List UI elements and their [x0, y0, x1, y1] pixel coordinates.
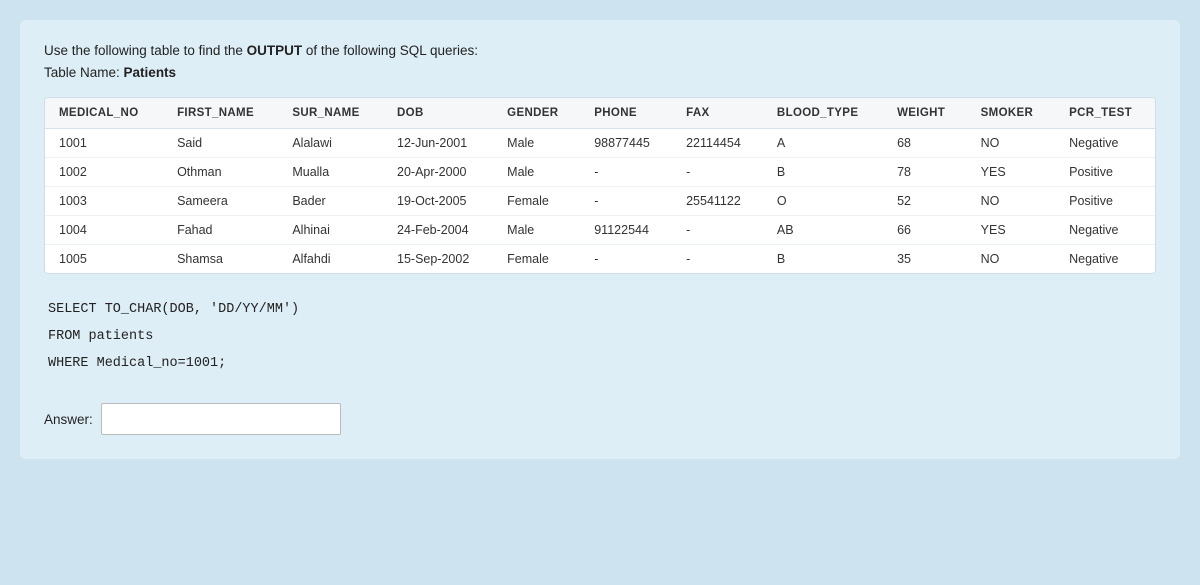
- table-cell: 1003: [45, 187, 163, 216]
- table-header-row: MEDICAL_NO FIRST_NAME SUR_NAME DOB GENDE…: [45, 98, 1155, 129]
- table-cell: Said: [163, 129, 278, 158]
- table-row: 1002OthmanMualla20-Apr-2000Male--B78YESP…: [45, 158, 1155, 187]
- patients-table: MEDICAL_NO FIRST_NAME SUR_NAME DOB GENDE…: [45, 98, 1155, 273]
- table-cell: Sameera: [163, 187, 278, 216]
- col-phone: PHONE: [580, 98, 672, 129]
- table-cell: Alalawi: [278, 129, 383, 158]
- table-cell: Alfahdi: [278, 245, 383, 274]
- table-cell: 52: [883, 187, 967, 216]
- instruction-line1: Use the following table to find the: [44, 43, 247, 58]
- col-pcr-test: PCR_TEST: [1055, 98, 1155, 129]
- table-cell: -: [672, 158, 763, 187]
- table-cell: O: [763, 187, 883, 216]
- table-cell: Female: [493, 187, 580, 216]
- table-cell: 1001: [45, 129, 163, 158]
- table-cell: Mualla: [278, 158, 383, 187]
- table-cell: Positive: [1055, 158, 1155, 187]
- table-cell: 15-Sep-2002: [383, 245, 493, 274]
- col-weight: WEIGHT: [883, 98, 967, 129]
- answer-section: Answer:: [44, 403, 1156, 435]
- table-cell: 78: [883, 158, 967, 187]
- table-row: 1005ShamsaAlfahdi15-Sep-2002Female--B35N…: [45, 245, 1155, 274]
- table-cell: 12-Jun-2001: [383, 129, 493, 158]
- table-cell: Shamsa: [163, 245, 278, 274]
- table-cell: 68: [883, 129, 967, 158]
- answer-input[interactable]: [101, 403, 341, 435]
- table-cell: 35: [883, 245, 967, 274]
- table-cell: 91122544: [580, 216, 672, 245]
- table-cell: Female: [493, 245, 580, 274]
- table-cell: -: [672, 216, 763, 245]
- table-cell: Positive: [1055, 187, 1155, 216]
- sql-line2: FROM patients: [48, 323, 1156, 350]
- table-cell: 1004: [45, 216, 163, 245]
- table-cell: Male: [493, 158, 580, 187]
- data-table-wrapper: MEDICAL_NO FIRST_NAME SUR_NAME DOB GENDE…: [44, 97, 1156, 274]
- table-cell: Negative: [1055, 216, 1155, 245]
- col-medical-no: MEDICAL_NO: [45, 98, 163, 129]
- table-cell: 66: [883, 216, 967, 245]
- table-cell: Negative: [1055, 129, 1155, 158]
- col-sur-name: SUR_NAME: [278, 98, 383, 129]
- sql-line1: SELECT TO_CHAR(DOB, 'DD/YY/MM'): [48, 296, 1156, 323]
- instructions-text: Use the following table to find the OUTP…: [44, 40, 1156, 83]
- table-cell: NO: [967, 245, 1055, 274]
- table-cell: Othman: [163, 158, 278, 187]
- table-cell: -: [580, 187, 672, 216]
- table-cell: NO: [967, 187, 1055, 216]
- col-dob: DOB: [383, 98, 493, 129]
- sql-line3: WHERE Medical_no=1001;: [48, 350, 1156, 377]
- sql-block: SELECT TO_CHAR(DOB, 'DD/YY/MM') FROM pat…: [44, 296, 1156, 377]
- table-cell: -: [672, 245, 763, 274]
- table-cell: 20-Apr-2000: [383, 158, 493, 187]
- table-cell: NO: [967, 129, 1055, 158]
- table-row: 1004FahadAlhinai24-Feb-2004Male91122544-…: [45, 216, 1155, 245]
- table-cell: -: [580, 158, 672, 187]
- table-name-label: Patients: [124, 65, 177, 80]
- col-gender: GENDER: [493, 98, 580, 129]
- main-container: Use the following table to find the OUTP…: [20, 20, 1180, 459]
- table-cell: Male: [493, 129, 580, 158]
- table-cell: 1005: [45, 245, 163, 274]
- col-fax: FAX: [672, 98, 763, 129]
- answer-label: Answer:: [44, 412, 93, 427]
- table-cell: 98877445: [580, 129, 672, 158]
- table-cell: 24-Feb-2004: [383, 216, 493, 245]
- table-cell: 25541122: [672, 187, 763, 216]
- table-cell: Male: [493, 216, 580, 245]
- col-first-name: FIRST_NAME: [163, 98, 278, 129]
- table-cell: -: [580, 245, 672, 274]
- table-cell: Fahad: [163, 216, 278, 245]
- instruction-line3: Table Name:: [44, 65, 124, 80]
- table-cell: YES: [967, 158, 1055, 187]
- table-cell: 19-Oct-2005: [383, 187, 493, 216]
- instruction-line2: of the following SQL queries:: [302, 43, 478, 58]
- instruction-bold: OUTPUT: [247, 43, 303, 58]
- table-cell: B: [763, 158, 883, 187]
- table-cell: A: [763, 129, 883, 158]
- table-cell: Bader: [278, 187, 383, 216]
- col-smoker: SMOKER: [967, 98, 1055, 129]
- table-cell: B: [763, 245, 883, 274]
- table-row: 1001SaidAlalawi12-Jun-2001Male9887744522…: [45, 129, 1155, 158]
- table-cell: Negative: [1055, 245, 1155, 274]
- table-cell: 1002: [45, 158, 163, 187]
- table-cell: 22114454: [672, 129, 763, 158]
- table-row: 1003SameeraBader19-Oct-2005Female-255411…: [45, 187, 1155, 216]
- table-cell: Alhinai: [278, 216, 383, 245]
- table-cell: YES: [967, 216, 1055, 245]
- table-cell: AB: [763, 216, 883, 245]
- col-blood-type: BLOOD_TYPE: [763, 98, 883, 129]
